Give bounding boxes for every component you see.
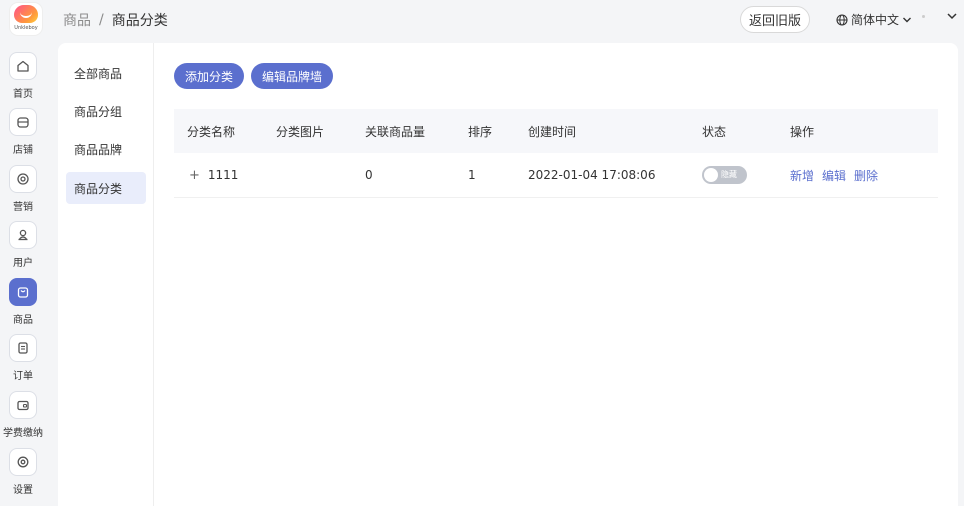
breadcrumb: 商品 / 商品分类 (63, 10, 168, 30)
nav-label: 设置 (13, 485, 33, 496)
column-header-created: 创建时间 (528, 124, 577, 139)
subnav-item-product-groups[interactable]: 商品分组 (66, 95, 146, 127)
category-name-cell: + 1111 (189, 153, 238, 197)
nav-label: 用户 (13, 258, 33, 269)
breadcrumb-current: 商品分类 (111, 13, 168, 29)
category-table: 分类名称 分类图片 关联商品量 排序 创建时间 状态 操作 + 1111 0 1… (174, 109, 938, 198)
subnav-item-product-brands[interactable]: 商品品牌 (66, 133, 146, 165)
category-name: 1111 (207, 168, 239, 182)
content-card: 全部商品 商品分组 商品品牌 商品分类 添加分类 编辑品牌墙 分类名称 分类图片… (58, 43, 958, 506)
nav-item-products[interactable]: 商品 (0, 270, 46, 326)
sub-sidebar: 全部商品 商品分组 商品品牌 商品分类 (58, 43, 154, 506)
delete-category-link[interactable]: 删除 (854, 167, 878, 184)
back-to-old-version-button[interactable]: 返回旧版 (740, 6, 810, 33)
expand-row-icon[interactable]: + (189, 168, 200, 183)
product-count-cell: 0 (365, 168, 373, 182)
nav-label: 订单 (13, 371, 33, 382)
table-row: + 1111 0 1 2022-01-04 17:08:06 隐藏 新增 编辑 … (174, 153, 938, 198)
breadcrumb-separator: / (99, 12, 104, 28)
actions-cell: 新增 编辑 删除 (790, 153, 886, 197)
shop-icon (9, 108, 37, 136)
nav-label: 学费缴纳 (3, 428, 43, 439)
marketing-icon (9, 165, 37, 193)
sort-cell: 1 (468, 168, 476, 182)
subnav-item-product-categories[interactable]: 商品分类 (66, 172, 146, 204)
wallet-icon (9, 391, 37, 419)
nav-item-marketing[interactable]: 营销 (0, 157, 46, 213)
column-header-image: 分类图片 (276, 124, 325, 139)
user-icon (9, 221, 37, 249)
main-sidebar: 首页 店铺 营销 用户 商品 订单 学费缴纳 设置 (0, 44, 46, 506)
globe-icon (836, 13, 848, 26)
nav-item-shop[interactable]: 店铺 (0, 100, 46, 156)
top-header: Unkleboy 商品 / 商品分类 返回旧版 简体中文 (0, 0, 964, 40)
order-icon (9, 334, 37, 362)
edit-category-link[interactable]: 编辑 (822, 167, 846, 184)
column-header-status: 状态 (702, 124, 727, 139)
table-header: 分类名称 分类图片 关联商品量 排序 创建时间 状态 操作 (174, 109, 938, 153)
nav-label: 店铺 (13, 145, 33, 156)
chevron-down-icon (903, 17, 912, 22)
status-toggle[interactable]: 隐藏 (702, 166, 747, 184)
bag-icon (9, 278, 37, 306)
toggle-label: 隐藏 (721, 170, 737, 179)
column-header-actions: 操作 (790, 124, 815, 139)
nav-item-settings[interactable]: 设置 (0, 440, 46, 496)
add-category-button[interactable]: 添加分类 (174, 63, 244, 89)
column-header-name: 分类名称 (187, 124, 236, 139)
language-label: 简体中文 (851, 13, 900, 27)
nav-label: 商品 (13, 315, 33, 326)
chevron-down-icon (947, 13, 957, 20)
subnav-item-all-products[interactable]: 全部商品 (66, 57, 146, 89)
toggle-knob (704, 168, 718, 182)
nav-item-users[interactable]: 用户 (0, 213, 46, 269)
column-header-sort: 排序 (468, 124, 493, 139)
header-divider-dot (922, 15, 925, 18)
logo-text: Unkleboy (14, 25, 38, 31)
created-time-cell: 2022-01-04 17:08:06 (528, 168, 656, 182)
nav-label: 营销 (13, 202, 33, 213)
gear-icon (9, 448, 37, 476)
nav-item-home[interactable]: 首页 (0, 44, 46, 100)
nav-item-tuition[interactable]: 学费缴纳 (0, 383, 46, 439)
breadcrumb-root[interactable]: 商品 (63, 10, 91, 30)
account-menu-chevron[interactable] (946, 10, 958, 25)
column-header-product-count: 关联商品量 (365, 124, 426, 139)
home-icon (9, 52, 37, 80)
app-logo[interactable]: Unkleboy (10, 3, 42, 35)
add-subcategory-link[interactable]: 新增 (790, 167, 814, 184)
language-selector[interactable]: 简体中文 (836, 11, 912, 28)
nav-label: 首页 (13, 89, 33, 100)
edit-brand-wall-button[interactable]: 编辑品牌墙 (251, 63, 333, 89)
status-cell: 隐藏 (702, 153, 747, 197)
nav-item-orders[interactable]: 订单 (0, 326, 46, 382)
